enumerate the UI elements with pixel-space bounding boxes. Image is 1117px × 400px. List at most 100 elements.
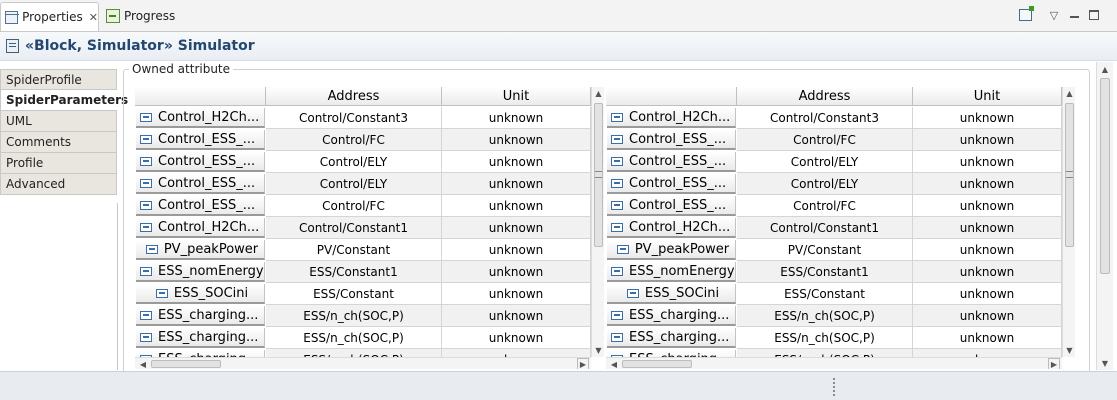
row-name-cell[interactable]: ESS_charging...: [607, 306, 736, 326]
scroll-down-icon[interactable]: ▼: [1097, 356, 1113, 370]
row-name-cell[interactable]: PV_peakPower: [607, 240, 736, 260]
table-horizontal-scrollbar[interactable]: ◀ ▶: [606, 357, 1062, 369]
ptab-comments[interactable]: Comments: [0, 132, 117, 153]
minimize-icon[interactable]: [1066, 7, 1082, 23]
row-address-cell[interactable]: ESS/n_ch(SOC,P): [266, 327, 442, 349]
row-address-cell[interactable]: Control/ELY: [266, 151, 442, 173]
scroll-right-icon[interactable]: ▶: [577, 358, 589, 369]
row-unit-cell[interactable]: unknown: [442, 107, 591, 129]
table-row[interactable]: ESS_charging... ESS/n_ch(SOC,P)unknown: [606, 305, 1062, 327]
row-unit-cell[interactable]: unknown: [913, 195, 1062, 217]
row-name-cell[interactable]: Control_ESS_...: [607, 152, 736, 172]
row-unit-cell[interactable]: unknown: [913, 173, 1062, 195]
ptab-profile[interactable]: Profile: [0, 153, 117, 174]
table-row[interactable]: Control_ESS_... Control/FC unknown: [135, 129, 591, 151]
row-name-cell[interactable]: Control_ESS_...: [607, 196, 736, 216]
row-address-cell[interactable]: Control/ELY: [737, 151, 913, 173]
row-unit-cell[interactable]: unknown: [442, 217, 591, 239]
row-name-cell[interactable]: Control_H2Ch...: [136, 108, 265, 128]
row-unit-cell[interactable]: unknown: [442, 239, 591, 261]
row-name-cell[interactable]: Control_ESS_...: [136, 196, 265, 216]
ptab-spiderparameters[interactable]: SpiderParameters: [0, 90, 128, 111]
row-address-cell[interactable]: PV/Constant: [737, 239, 913, 261]
row-address-cell[interactable]: ESS/Constant: [737, 283, 913, 305]
row-unit-cell[interactable]: unknown: [913, 217, 1062, 239]
close-icon[interactable]: ✕: [89, 11, 98, 24]
maximize-icon[interactable]: [1086, 7, 1102, 23]
row-name-cell[interactable]: ESS_SOCini: [136, 284, 265, 304]
row-unit-cell[interactable]: unknown: [913, 261, 1062, 283]
column-header-address[interactable]: Address: [737, 87, 913, 106]
table-row[interactable]: Control_ESS_... Control/ELY unknown: [606, 151, 1062, 173]
tab-progress[interactable]: Progress: [106, 2, 176, 30]
column-header-name[interactable]: [606, 87, 737, 106]
table-row[interactable]: Control_ESS_... Control/ELY unknown: [135, 151, 591, 173]
table-row[interactable]: PV_peakPower PV/Constant unknown: [135, 239, 591, 261]
table-row[interactable]: ESS_nomEnergy ESS/Constant1 unknown: [606, 261, 1062, 283]
page-vertical-scrollbar[interactable]: ▲ ▼: [1096, 62, 1113, 370]
scroll-thumb[interactable]: [1100, 78, 1110, 274]
table-row[interactable]: ESS_SOCini ESS/Constant unknown: [606, 283, 1062, 305]
row-address-cell[interactable]: Control/FC: [737, 129, 913, 151]
tab-properties[interactable]: Properties ✕: [0, 2, 99, 31]
table-horizontal-scrollbar[interactable]: ◀ ▶: [135, 357, 591, 369]
column-header-unit[interactable]: Unit: [442, 87, 591, 106]
table-row[interactable]: Control_ESS_... Control/FC unknown: [135, 195, 591, 217]
row-unit-cell[interactable]: unknown: [913, 239, 1062, 261]
row-name-cell[interactable]: Control_ESS_...: [136, 130, 265, 150]
row-unit-cell[interactable]: unknown: [913, 283, 1062, 305]
pin-view-icon[interactable]: [1017, 6, 1034, 23]
row-unit-cell[interactable]: unknown: [442, 129, 591, 151]
table-row[interactable]: PV_peakPower PV/Constant unknown: [606, 239, 1062, 261]
row-unit-cell[interactable]: unknown: [442, 261, 591, 283]
table-row[interactable]: Control_H2Ch... Control/Constant3 unknown: [135, 107, 591, 129]
row-name-cell[interactable]: Control_ESS_...: [607, 130, 736, 150]
row-unit-cell[interactable]: unknown: [442, 173, 591, 195]
row-unit-cell[interactable]: unknown: [913, 151, 1062, 173]
row-address-cell[interactable]: ESS/n_ch(SOC,P): [737, 305, 913, 327]
column-header-address[interactable]: Address: [266, 87, 442, 106]
row-address-cell[interactable]: ESS/Constant1: [737, 261, 913, 283]
table-row[interactable]: ESS_nomEnergy ESS/Constant1 unknown: [135, 261, 591, 283]
table-vertical-scrollbar[interactable]: ▲ ▼: [1062, 87, 1075, 357]
row-name-cell[interactable]: Control_H2Ch...: [607, 108, 736, 128]
ptab-advanced[interactable]: Advanced: [0, 174, 117, 195]
row-name-cell[interactable]: Control_ESS_...: [136, 152, 265, 172]
row-unit-cell[interactable]: unknown: [442, 283, 591, 305]
row-address-cell[interactable]: ESS/n_ch(SOC,P): [737, 327, 913, 349]
table-row[interactable]: ESS_charging... ESS/n_ch(SOC,P)unknown: [135, 305, 591, 327]
ptab-uml[interactable]: UML: [0, 111, 117, 132]
scroll-down-icon[interactable]: ▼: [1063, 344, 1075, 357]
row-address-cell[interactable]: ESS/Constant1: [266, 261, 442, 283]
row-address-cell[interactable]: ESS/n_ch(SOC,P): [266, 305, 442, 327]
row-unit-cell[interactable]: unknown: [442, 305, 591, 327]
table-row[interactable]: ESS_SOCini ESS/Constant unknown: [135, 283, 591, 305]
scroll-up-icon[interactable]: ▲: [1063, 87, 1075, 100]
ptab-spiderprofile[interactable]: SpiderProfile: [0, 69, 117, 90]
table-row[interactable]: Control_ESS_... Control/ELY unknown: [606, 173, 1062, 195]
scroll-thumb[interactable]: [151, 360, 221, 368]
row-unit-cell[interactable]: unknown: [913, 327, 1062, 349]
row-unit-cell[interactable]: unknown: [442, 151, 591, 173]
row-address-cell[interactable]: Control/Constant3: [737, 107, 913, 129]
scroll-up-icon[interactable]: ▲: [1097, 62, 1113, 76]
row-address-cell[interactable]: Control/ELY: [266, 173, 442, 195]
row-name-cell[interactable]: ESS_charging...: [136, 306, 265, 326]
row-name-cell[interactable]: Control_H2Ch...: [136, 218, 265, 238]
column-header-unit[interactable]: Unit: [913, 87, 1062, 106]
row-address-cell[interactable]: Control/Constant1: [737, 217, 913, 239]
row-name-cell[interactable]: ESS_charging...: [607, 328, 736, 348]
table-row[interactable]: Control_ESS_... Control/FC unknown: [606, 195, 1062, 217]
row-name-cell[interactable]: Control_H2Ch...: [607, 218, 736, 238]
table-vertical-scrollbar[interactable]: ▲ ▼: [591, 87, 604, 357]
row-name-cell[interactable]: ESS_SOCini: [607, 284, 736, 304]
table-row[interactable]: Control_H2Ch... Control/Constant1 unknown: [135, 217, 591, 239]
row-name-cell[interactable]: Control_ESS_...: [607, 174, 736, 194]
row-name-cell[interactable]: Control_ESS_...: [136, 174, 265, 194]
sash-handle[interactable]: [833, 378, 837, 396]
table-row[interactable]: Control_ESS_... Control/ELY unknown: [135, 173, 591, 195]
row-name-cell[interactable]: ESS_nomEnergy: [136, 262, 265, 282]
row-name-cell[interactable]: ESS_nomEnergy: [607, 262, 736, 282]
row-address-cell[interactable]: Control/FC: [266, 195, 442, 217]
row-unit-cell[interactable]: unknown: [913, 107, 1062, 129]
